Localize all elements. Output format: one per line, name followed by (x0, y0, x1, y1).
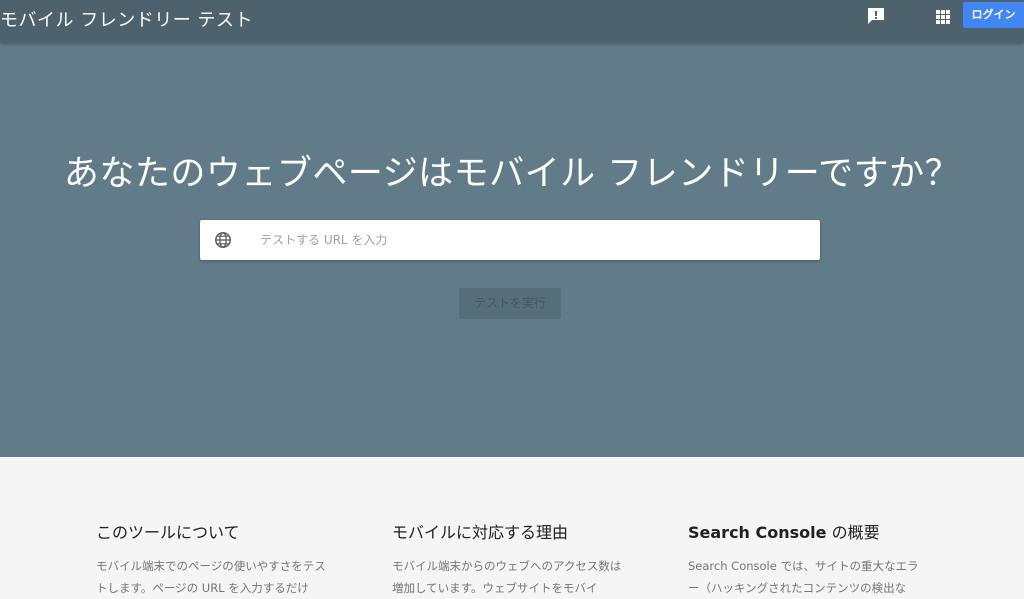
login-button[interactable]: ログイン (963, 2, 1024, 28)
feedback-icon (868, 8, 884, 24)
search-console-title-brand: Search Console (688, 523, 827, 542)
why-mobile-title: モバイルに対応する理由 (392, 523, 569, 542)
run-test-button[interactable]: テストを実行 (459, 288, 561, 319)
search-console-column: Search Console の概要 Search Console では、サイト… (688, 519, 928, 599)
why-mobile-text: モバイル端末からのウェブへのアクセス数は増加しています。ウェブサイトをモバイ (392, 559, 622, 595)
feedback-button[interactable] (865, 5, 887, 27)
app-title: モバイル フレンドリー テスト (0, 10, 253, 31)
search-console-title-rest: の概要 (826, 523, 880, 542)
hero-section: あなたのウェブページはモバイル フレンドリーですか？ テストを実行 (0, 43, 1024, 457)
search-console-text: Search Console では、サイトの重大なエラー（ハッキングされたコンテ… (688, 559, 919, 595)
top-app-bar: モバイル フレンドリー テスト ログイン (0, 0, 1024, 43)
about-tool-column: このツールについて モバイル端末でのページの使いやすさをテストします。ページの … (96, 519, 336, 599)
url-input[interactable] (260, 220, 805, 260)
about-tool-text: モバイル端末でのページの使いやすさをテストします。ページの URL を入力するだ… (96, 559, 326, 595)
about-tool-title: このツールについて (96, 523, 240, 542)
search-console-title: Search Console の概要 (688, 519, 928, 543)
globe-icon (215, 232, 231, 248)
apps-grid-icon (936, 10, 950, 24)
hero-headline: あなたのウェブページはモバイル フレンドリーですか？ (63, 154, 961, 194)
url-search-box[interactable] (200, 220, 820, 260)
why-mobile-column: モバイルに対応する理由 モバイル端末からのウェブへのアクセス数は増加しています。… (392, 519, 632, 599)
info-section: このツールについて モバイル端末でのページの使いやすさをテストします。ページの … (0, 457, 1024, 595)
apps-button[interactable] (933, 5, 953, 27)
